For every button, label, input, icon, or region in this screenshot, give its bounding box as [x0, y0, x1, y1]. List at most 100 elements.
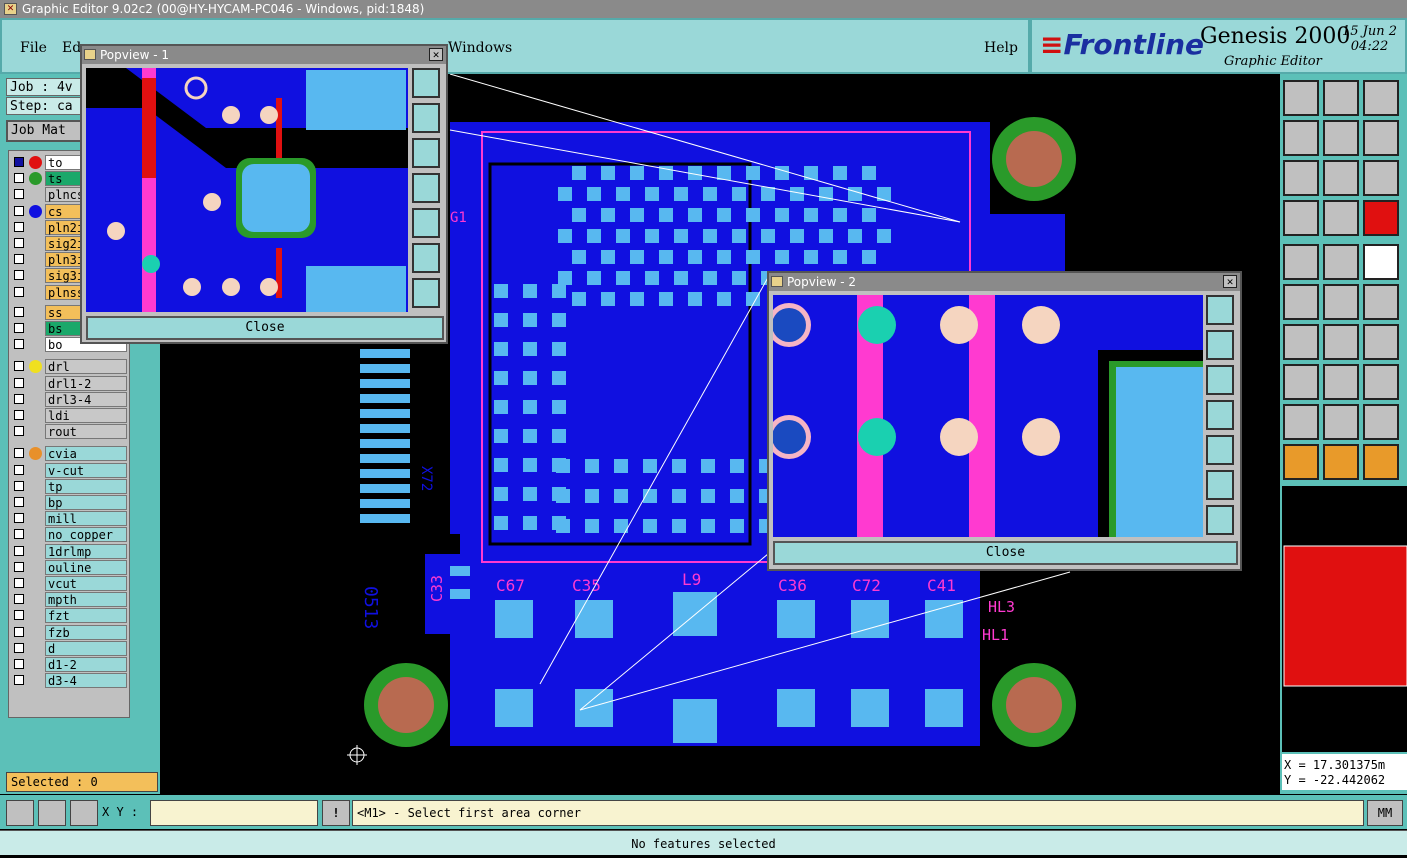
cross-select-icon[interactable]: [1323, 284, 1359, 320]
layer-name[interactable]: drl: [45, 359, 127, 375]
dimension-icon[interactable]: [1363, 364, 1399, 400]
layer-row-ouline[interactable]: ouline: [9, 559, 131, 575]
layer-checkbox[interactable]: [14, 561, 24, 572]
menu-windows[interactable]: Windows: [448, 40, 512, 56]
popview-2-tool-2[interactable]: [1206, 330, 1234, 360]
layer-name[interactable]: rout: [45, 424, 127, 440]
move-left-icon[interactable]: [1283, 120, 1319, 156]
layer-checkbox[interactable]: [14, 410, 24, 420]
layer-checkbox[interactable]: [14, 306, 24, 317]
layer-name[interactable]: tp: [45, 478, 127, 494]
layer-checkbox[interactable]: [14, 323, 24, 333]
pointer-sel-icon[interactable]: [1323, 444, 1359, 480]
layer-checkbox[interactable]: [14, 393, 24, 404]
scale-1-2-icon[interactable]: [1363, 160, 1399, 196]
menu-help[interactable]: Help: [984, 40, 1018, 56]
layer-checkbox[interactable]: [14, 497, 24, 507]
layer-name[interactable]: fzt: [45, 608, 127, 624]
zoom-area-icon[interactable]: [6, 800, 34, 826]
layer-name[interactable]: d1-2: [45, 657, 127, 672]
popview-1-tool-4[interactable]: [412, 173, 440, 203]
layer-name[interactable]: d3-4: [45, 673, 127, 689]
layer-name[interactable]: ouline: [45, 559, 127, 575]
popview-2-tool-3[interactable]: [1206, 365, 1234, 395]
layer-checkbox[interactable]: [14, 545, 24, 556]
layer-name[interactable]: drl3-4: [45, 391, 127, 407]
layer-checkbox[interactable]: [14, 238, 24, 248]
layer-checkbox[interactable]: [14, 610, 24, 621]
layer-checkbox[interactable]: [14, 594, 24, 605]
popview-2-tool-7[interactable]: [1206, 505, 1234, 535]
layer-row-drl3-4[interactable]: drl3-4: [9, 391, 131, 407]
popview-2-canvas[interactable]: [773, 295, 1203, 537]
move-down-icon[interactable]: [1323, 80, 1359, 116]
popview-1-tool-3[interactable]: [412, 138, 440, 168]
layer-row-ldi[interactable]: ldi: [9, 408, 131, 423]
layer-checkbox[interactable]: [14, 157, 24, 167]
measure-icon[interactable]: [1283, 200, 1319, 236]
menu-file[interactable]: File: [20, 40, 47, 56]
popview-2-tool-6[interactable]: [1206, 470, 1234, 500]
layer-row-bp[interactable]: bp: [9, 495, 131, 510]
line-select-icon[interactable]: [1323, 364, 1359, 400]
layer-checkbox[interactable]: [14, 642, 24, 653]
layer-name[interactable]: fzb: [45, 624, 127, 640]
add-feature-icon[interactable]: [1363, 284, 1399, 320]
move-up-icon[interactable]: [1283, 80, 1319, 116]
arrow-a-icon[interactable]: [1283, 404, 1319, 440]
layer-checkbox[interactable]: [14, 529, 24, 540]
layer-checkbox[interactable]: [14, 659, 24, 669]
layer-name[interactable]: mpth: [45, 592, 127, 608]
layers-toggle-icon[interactable]: [1363, 200, 1399, 236]
layer-row-no_copper[interactable]: no_copper: [9, 527, 131, 543]
layer-row-d1-2[interactable]: d1-2: [9, 657, 131, 672]
layer-checkbox[interactable]: [14, 221, 24, 232]
home-icon[interactable]: [1363, 80, 1399, 116]
popview-1-tool-1[interactable]: [412, 68, 440, 98]
fit-vertical-icon[interactable]: [1283, 160, 1319, 196]
layer-row-mpth[interactable]: mpth: [9, 592, 131, 608]
units-button[interactable]: MM: [1367, 800, 1403, 826]
close-icon[interactable]: ✕: [429, 48, 443, 61]
net-select-icon[interactable]: [1283, 284, 1319, 320]
popview-1-tool-7[interactable]: [412, 278, 440, 308]
layer-name[interactable]: no_copper: [45, 527, 127, 543]
layer-checkbox[interactable]: [14, 254, 24, 265]
xy-input[interactable]: [150, 800, 318, 826]
layer-row-vcut[interactable]: vcut: [9, 576, 131, 591]
layer-checkbox[interactable]: [14, 205, 24, 216]
rotate-icon[interactable]: [1363, 324, 1399, 360]
popview-2-tool-5[interactable]: [1206, 435, 1234, 465]
layer-checkbox[interactable]: [14, 270, 24, 281]
layer-name[interactable]: cvia: [45, 446, 127, 462]
popview-2-tool-4[interactable]: [1206, 400, 1234, 430]
highlight-icon[interactable]: [1323, 244, 1359, 280]
move-right-icon[interactable]: [1323, 120, 1359, 156]
layer-row-rout[interactable]: rout: [9, 424, 131, 440]
layer-row-drl1-2[interactable]: drl1-2: [9, 375, 131, 391]
popview-2-close-button[interactable]: Close: [773, 541, 1238, 565]
layer-checkbox[interactable]: [14, 361, 24, 372]
info-icon[interactable]: !: [322, 800, 350, 826]
popview-1-canvas[interactable]: [86, 68, 408, 312]
layer-row-cvia[interactable]: cvia: [9, 446, 131, 462]
pointer-icon[interactable]: [1283, 444, 1319, 480]
grid-icon[interactable]: [70, 800, 98, 826]
draw-line-icon[interactable]: [1283, 324, 1319, 360]
grid-toggle-icon[interactable]: [1323, 200, 1359, 236]
layer-row-fzt[interactable]: fzt: [9, 608, 131, 624]
layer-checkbox[interactable]: [14, 626, 24, 637]
layer-checkbox[interactable]: [14, 173, 24, 184]
layer-checkbox[interactable]: [14, 480, 24, 491]
undo-view-icon[interactable]: [1363, 120, 1399, 156]
layer-checkbox[interactable]: [14, 377, 24, 388]
layer-row-d[interactable]: d: [9, 640, 131, 656]
popview-2-tool-1[interactable]: [1206, 295, 1234, 325]
draw-line-2-icon[interactable]: [1323, 324, 1359, 360]
mini-map[interactable]: [1282, 486, 1407, 752]
job-matrix-button[interactable]: Job Mat: [6, 120, 86, 142]
layer-name[interactable]: d: [45, 640, 127, 656]
layer-checkbox[interactable]: [14, 448, 24, 459]
popview-1-tool-2[interactable]: [412, 103, 440, 133]
layer-row-1drlmp[interactable]: 1drlmp: [9, 543, 131, 559]
